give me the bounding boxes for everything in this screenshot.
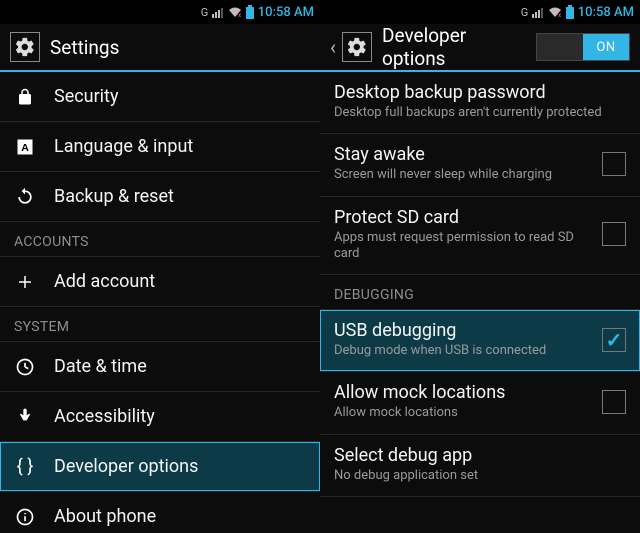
row-title: Desktop backup password: [334, 82, 626, 103]
row-label: Accessibility: [54, 406, 155, 427]
row-label: About phone: [54, 506, 156, 527]
back-icon[interactable]: ‹: [330, 35, 336, 59]
refresh-icon: [14, 187, 36, 207]
settings-gear-icon[interactable]: [342, 32, 372, 62]
battery-icon: [246, 5, 254, 19]
row-title: Allow mock locations: [334, 382, 592, 403]
row-label: Date & time: [54, 356, 147, 377]
row-protect-sd-card[interactable]: Protect SD card Apps must request permis…: [320, 197, 640, 276]
row-security[interactable]: Security: [0, 72, 320, 122]
status-bar: G x 10:58 AM: [320, 0, 640, 24]
header: Settings: [0, 24, 320, 72]
row-about-phone[interactable]: About phone: [0, 492, 320, 533]
row-allow-mock-locations[interactable]: Allow mock locations Allow mock location…: [320, 372, 640, 434]
row-title: USB debugging: [334, 320, 592, 341]
signal-icon: [532, 6, 544, 18]
clock-icon: [14, 357, 36, 377]
page-title: Developer options: [382, 24, 526, 70]
checkbox-usb-debugging[interactable]: [602, 328, 626, 352]
section-system: SYSTEM: [0, 307, 320, 342]
row-title: Select debug app: [334, 445, 626, 466]
signal-icon: [212, 6, 224, 18]
status-bar: G x 10:58 AM: [0, 0, 320, 24]
svg-text:x: x: [558, 12, 562, 18]
battery-icon: [566, 5, 574, 19]
row-language[interactable]: A Language & input: [0, 122, 320, 172]
toggle-off-side: [537, 34, 583, 60]
wifi-icon: x: [548, 6, 562, 18]
row-backup[interactable]: Backup & reset: [0, 172, 320, 222]
phone-developer-options: G x 10:58 AM ‹ Developer options ON Desk…: [320, 0, 640, 533]
header: ‹ Developer options ON: [320, 24, 640, 72]
row-desktop-backup-password[interactable]: Desktop backup password Desktop full bac…: [320, 72, 640, 134]
lock-icon: [14, 88, 36, 106]
toggle-on-side: ON: [583, 34, 629, 60]
row-select-debug-app[interactable]: Select debug app No debug application se…: [320, 435, 640, 497]
page-title: Settings: [50, 36, 310, 59]
checkbox-protect-sd[interactable]: [602, 222, 626, 246]
row-label: Backup & reset: [54, 186, 174, 207]
section-accounts: ACCOUNTS: [0, 222, 320, 257]
plus-icon: [14, 273, 36, 291]
info-icon: [14, 507, 36, 527]
carrier-indicator: G: [521, 6, 528, 19]
wifi-icon: x: [228, 6, 242, 18]
settings-gear-icon: [10, 32, 40, 62]
checkbox-stay-awake[interactable]: [602, 152, 626, 176]
row-developer-options[interactable]: { } Developer options: [0, 442, 320, 492]
settings-list[interactable]: Security A Language & input Backup & res…: [0, 72, 320, 533]
row-subtitle: Debug mode when USB is connected: [334, 343, 592, 359]
clock: 10:58 AM: [258, 5, 314, 20]
row-usb-debugging[interactable]: USB debugging Debug mode when USB is con…: [320, 310, 640, 372]
hand-icon: [14, 407, 36, 427]
row-subtitle: No debug application set: [334, 468, 626, 484]
row-subtitle: Apps must request permission to read SD …: [334, 230, 592, 263]
phone-settings: G x 10:58 AM Settings Security A Langua: [0, 0, 320, 533]
row-date-time[interactable]: Date & time: [0, 342, 320, 392]
checkbox-mock-locations[interactable]: [602, 390, 626, 414]
row-subtitle: Allow mock locations: [334, 405, 592, 421]
row-label: Security: [54, 86, 118, 107]
clock: 10:58 AM: [578, 5, 634, 20]
row-title: Stay awake: [334, 144, 592, 165]
row-label: Language & input: [54, 136, 193, 157]
row-subtitle: Desktop full backups aren't currently pr…: [334, 105, 626, 121]
a-box-icon: A: [14, 138, 36, 156]
row-label: Developer options: [54, 456, 198, 477]
row-subtitle: Screen will never sleep while charging: [334, 167, 592, 183]
svg-text:x: x: [238, 12, 242, 18]
row-accessibility[interactable]: Accessibility: [0, 392, 320, 442]
svg-text:A: A: [21, 141, 29, 153]
developer-options-list[interactable]: Desktop backup password Desktop full bac…: [320, 72, 640, 497]
row-add-account[interactable]: Add account: [0, 257, 320, 307]
developer-options-toggle[interactable]: ON: [536, 33, 630, 61]
carrier-indicator: G: [201, 6, 208, 19]
braces-icon: { }: [14, 456, 36, 477]
row-label: Add account: [54, 271, 155, 292]
row-stay-awake[interactable]: Stay awake Screen will never sleep while…: [320, 134, 640, 196]
section-debugging: DEBUGGING: [320, 275, 640, 310]
row-title: Protect SD card: [334, 207, 592, 228]
